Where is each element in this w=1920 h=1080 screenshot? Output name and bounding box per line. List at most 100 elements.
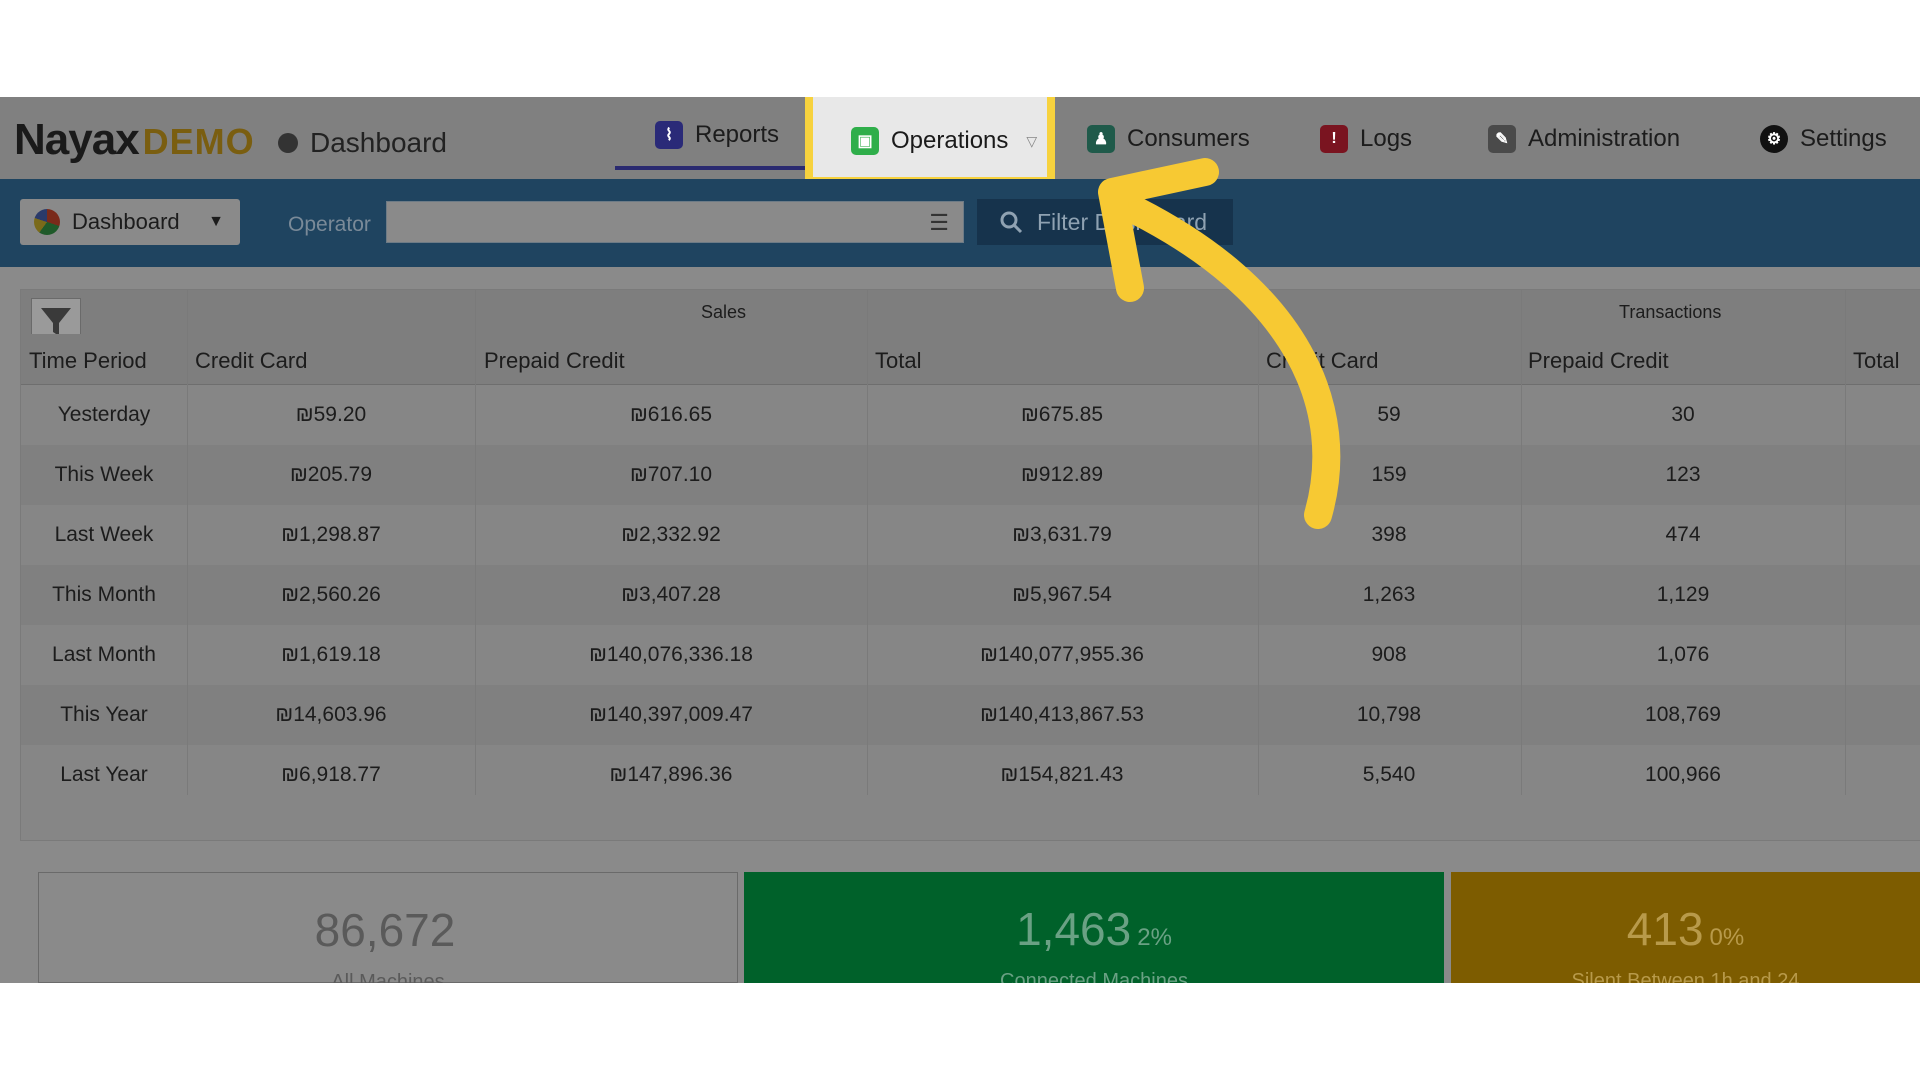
header-tx-prepaid-credit[interactable]: Prepaid Credit [1528, 348, 1669, 374]
cell-tx-prepaid-credit: 108,769 [1645, 703, 1721, 726]
nav-reports-label: Reports [695, 121, 780, 148]
nav-logs[interactable]: ! Logs [1320, 125, 1412, 153]
nav-operations[interactable]: ▣ Operations ▽ [851, 127, 1037, 155]
filter-dashboard-button[interactable]: Filter Dashboard [977, 199, 1233, 245]
operations-icon: ▣ [851, 127, 879, 155]
cell-sales-total: ₪912.89 [1020, 463, 1104, 486]
table-row[interactable]: This Week ₪205.79 ₪707.10 ₪912.89 159 123 [21, 445, 1920, 505]
cell-sales-credit-card: ₪2,560.26 [281, 583, 381, 606]
cell-sales-total: ₪3,631.79 [1012, 523, 1112, 546]
cell-tx-credit-card: 398 [1371, 523, 1407, 546]
cell-sales-total: ₪140,077,955.36 [980, 643, 1144, 666]
stat-connected-value: 1,463 [1016, 903, 1132, 955]
nav-consumers[interactable]: ♟ Consumers [1087, 125, 1250, 153]
header-sales-prepaid-credit[interactable]: Prepaid Credit [484, 348, 625, 374]
group-transactions: Transactions [1619, 302, 1722, 322]
nav-settings[interactable]: ⚙ Settings [1760, 125, 1887, 153]
header-tx-credit-card[interactable]: Credit Card [1266, 348, 1378, 374]
column-divider [1845, 290, 1846, 795]
cell-sales-total: ₪154,821.43 [1000, 763, 1124, 786]
stat-silent-label: Silent Between 1h and 24 [1571, 970, 1800, 983]
column-divider [475, 290, 476, 795]
nav-administration-label: Administration [1528, 125, 1681, 152]
cell-tx-credit-card: 1,263 [1362, 583, 1416, 606]
operations-highlight-box: ▣ Operations ▽ [805, 97, 1055, 185]
nav-logs-label: Logs [1360, 125, 1413, 152]
nav-consumers-label: Consumers [1127, 125, 1250, 152]
list-icon[interactable]: ☰ [929, 210, 949, 236]
table-row[interactable]: Yesterday ₪59.20 ₪616.65 ₪675.85 59 30 [21, 385, 1920, 445]
breadcrumb: Dashboard [278, 127, 447, 159]
cell-tx-credit-card: 59 [1377, 403, 1401, 426]
group-sales: Sales [701, 302, 747, 322]
cell-sales-prepaid-credit: ₪2,332.92 [621, 523, 721, 546]
filter-bar: Dashboard ▼ Operator ☰ Filter Dashboard [0, 179, 1920, 267]
stat-all-machines-label: All Machines [331, 971, 445, 983]
pie-chart-icon [34, 209, 60, 235]
dashboard-select[interactable]: Dashboard ▼ [20, 199, 240, 245]
stat-connected-label: Connected Machines [1000, 970, 1188, 983]
cell-tx-credit-card: 10,798 [1356, 703, 1422, 726]
nav-administration[interactable]: ✎ Administration [1488, 125, 1680, 153]
consumers-icon: ♟ [1087, 125, 1115, 153]
cell-tx-prepaid-credit: 1,129 [1656, 583, 1710, 606]
table-row[interactable]: This Year ₪14,603.96 ₪140,397,009.47 ₪140,4… [21, 685, 1920, 745]
stat-silent-machines[interactable]: 413 0% Silent Between 1h and 24 [1451, 872, 1920, 983]
header-sales-total[interactable]: Total [875, 348, 921, 374]
stat-all-machines[interactable]: 86,672 All Machines [38, 872, 738, 983]
table-header-row: Time Period Credit Card Prepaid Credit T… [21, 334, 1920, 385]
cell-sales-credit-card: ₪205.79 [289, 463, 373, 486]
table-row[interactable]: Last Year ₪6,918.77 ₪147,896.36 ₪154,821.43… [21, 745, 1920, 805]
summary-table-card: Sales Transactions Time Period Credit Ca… [20, 289, 1920, 841]
nav-settings-label: Settings [1800, 125, 1887, 152]
column-divider [1521, 290, 1522, 795]
header-time-period[interactable]: Time Period [29, 348, 147, 374]
reports-chart-icon: ⌇ [655, 121, 683, 149]
operator-label: Operator [288, 213, 371, 236]
stat-connected-pct: 2% [1137, 924, 1172, 951]
cell-tx-prepaid-credit: 100,966 [1645, 763, 1721, 786]
stat-all-machines-value: 86,672 [314, 904, 456, 956]
breadcrumb-label: Dashboard [310, 127, 447, 158]
cell-tx-prepaid-credit: 30 [1671, 403, 1695, 426]
cell-sales-credit-card: ₪59.20 [295, 403, 367, 426]
cell-tx-credit-card: 159 [1371, 463, 1407, 486]
logo-demo: DEMO [142, 121, 255, 162]
column-divider [1258, 290, 1259, 795]
nav-reports[interactable]: ⌇ Reports [655, 121, 779, 149]
column-divider [867, 290, 868, 795]
cell-tx-credit-card: 908 [1371, 643, 1407, 666]
settings-gear-icon: ⚙ [1760, 125, 1788, 153]
table-row[interactable]: Last Week ₪1,298.87 ₪2,332.92 ₪3,631.79 398 4… [21, 505, 1920, 565]
cell-tx-credit-card: 5,540 [1362, 763, 1416, 786]
dashboard-select-label: Dashboard [72, 209, 180, 234]
header-sales-credit-card[interactable]: Credit Card [195, 348, 307, 374]
app-screenshot: Nayax DEMO Dashboard ⌇ Reports ♟ Consumer… [0, 97, 1920, 983]
column-divider [187, 290, 188, 795]
active-tab-underline [615, 166, 805, 170]
dropdown-caret-icon: ▼ [208, 213, 224, 230]
cell-sales-prepaid-credit: ₪140,076,336.18 [589, 643, 753, 666]
nayax-logo[interactable]: Nayax DEMO [14, 115, 255, 165]
cell-sales-prepaid-credit: ₪616.65 [629, 403, 713, 426]
header-tx-total[interactable]: Total [1853, 348, 1899, 374]
operator-input[interactable]: ☰ [386, 201, 964, 243]
table-group-header: Sales Transactions [21, 290, 1920, 346]
search-icon [1000, 211, 1023, 234]
cell-sales-credit-card: ₪6,918.77 [281, 763, 381, 786]
cell-sales-prepaid-credit: ₪140,397,009.47 [589, 703, 753, 726]
stat-silent-value: 413 [1626, 903, 1704, 955]
cell-sales-total: ₪140,413,867.53 [980, 703, 1144, 726]
logs-alert-icon: ! [1320, 125, 1348, 153]
table-row[interactable]: This Month ₪2,560.26 ₪3,407.28 ₪5,967.54 1,2… [21, 565, 1920, 625]
stat-connected-machines[interactable]: 1,463 2% Connected Machines [744, 872, 1444, 983]
chevron-down-icon[interactable]: ▽ [1026, 133, 1037, 150]
logo-main: Nayax [14, 115, 140, 164]
administration-tools-icon: ✎ [1488, 125, 1516, 153]
cell-sales-credit-card: ₪1,298.87 [281, 523, 381, 546]
filter-dashboard-label: Filter Dashboard [1037, 208, 1208, 235]
cell-sales-total: ₪675.85 [1020, 403, 1104, 426]
cell-sales-credit-card: ₪1,619.18 [281, 643, 381, 666]
table-row[interactable]: Last Month ₪1,619.18 ₪140,076,336.18 ₪140,0… [21, 625, 1920, 685]
cell-sales-prepaid-credit: ₪147,896.36 [609, 763, 733, 786]
